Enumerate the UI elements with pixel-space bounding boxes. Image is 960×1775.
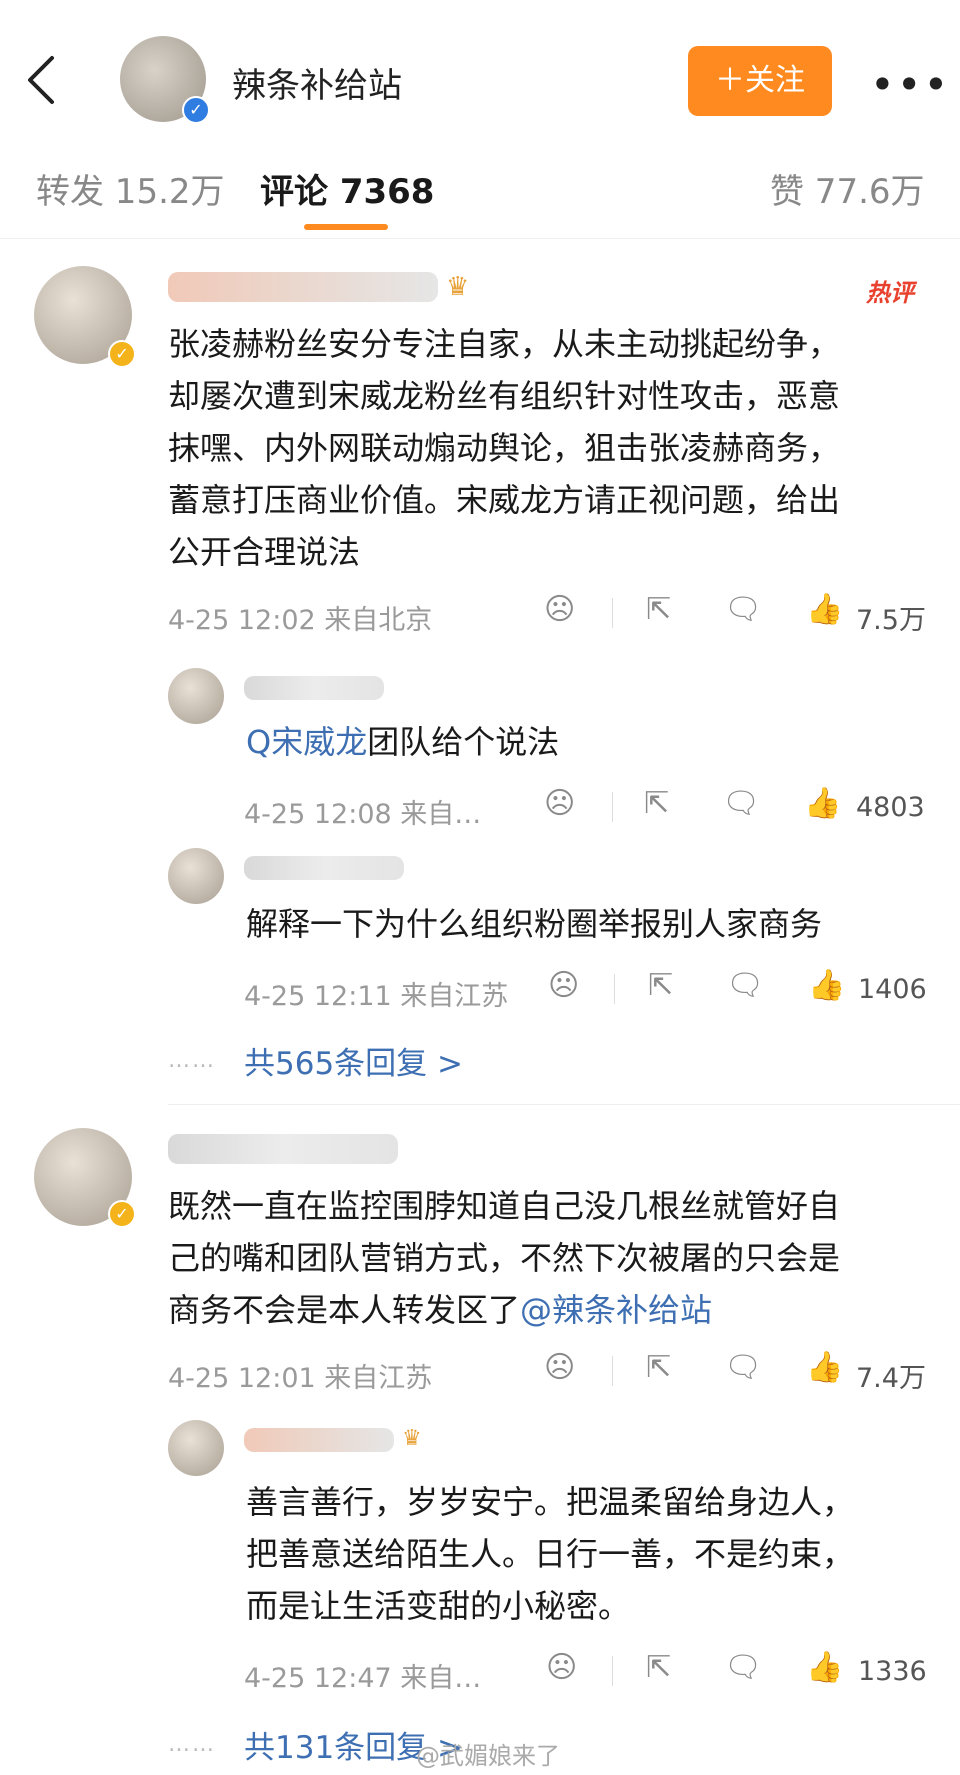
comment-meta: 4-25 12:01 来自江苏	[168, 1363, 433, 1394]
sad-face-icon[interactable]: ☹	[544, 592, 575, 627]
share-icon[interactable]: ⇱	[644, 786, 669, 821]
share-icon[interactable]: ⇱	[648, 968, 673, 1003]
comment-bubble-icon[interactable]: 🗨	[724, 592, 762, 627]
like-count: 1406	[858, 974, 927, 1005]
comment-meta: 4-25 12:02 来自北京	[168, 605, 433, 636]
divider	[614, 974, 615, 1004]
avatar[interactable]	[168, 668, 224, 724]
comment-bubble-icon[interactable]: 🗨	[724, 1650, 762, 1685]
tab-likes[interactable]: 赞 77.6万	[770, 164, 925, 213]
divider	[612, 1656, 613, 1686]
thumbs-up-icon[interactable]: 👍	[806, 1650, 843, 1685]
like-count: 7.4万	[856, 1363, 926, 1394]
reply-meta: 4-25 12:47 来自…	[244, 1663, 482, 1694]
sad-face-icon[interactable]: ☹	[548, 968, 579, 1003]
like-count: 4803	[856, 792, 925, 823]
more-replies-link[interactable]: 共565条回复 >	[244, 1038, 463, 1083]
like-count: 1336	[858, 1656, 927, 1687]
watermark: @武媚娘来了	[416, 1742, 560, 1770]
sad-face-icon[interactable]: ☹	[546, 1650, 577, 1685]
topic-link[interactable]: Q宋威龙	[246, 723, 367, 761]
back-chevron-icon[interactable]	[22, 50, 58, 110]
comment-bubble-icon[interactable]: 🗨	[724, 1350, 762, 1385]
sad-face-icon[interactable]: ☹	[544, 1350, 575, 1385]
reply-text: 解释一下为什么组织粉圈举报别人家商务	[246, 905, 823, 943]
comment-text: 既然一直在监控围脖知道自己没几根丝就管好自 己的嘴和团队营销方式，不然下次被屠的…	[168, 1187, 841, 1329]
more-options-button[interactable]: •••	[870, 60, 950, 109]
member-badge-icon: ✓	[108, 340, 136, 368]
dots: ……	[168, 1732, 216, 1757]
hot-comment-badge: 热评	[866, 279, 914, 307]
share-icon[interactable]: ⇱	[646, 1350, 671, 1385]
fan-level-badge-icon: ♛	[446, 272, 470, 302]
divider	[612, 1356, 613, 1386]
divider	[168, 1104, 960, 1105]
divider	[0, 238, 960, 239]
username-blurred[interactable]	[244, 676, 384, 700]
like-count: 7.5万	[856, 605, 926, 636]
reply-text: Q宋威龙团队给个说法	[246, 723, 560, 761]
username-blurred[interactable]	[244, 1428, 394, 1452]
member-badge-icon: ✓	[108, 1200, 136, 1228]
tab-reposts[interactable]: 转发 15.2万	[36, 164, 225, 213]
reply-meta: 4-25 12:11 来自江苏	[244, 981, 509, 1012]
username-blurred[interactable]	[168, 272, 438, 302]
share-icon[interactable]: ⇱	[646, 1650, 671, 1685]
divider	[612, 598, 613, 628]
reply-text: 善言善行，岁岁安宁。把温柔留给身边人， 把善意送给陌生人。日行一善，不是约束， …	[246, 1483, 855, 1625]
mention-link[interactable]: @辣条补给站	[520, 1291, 712, 1329]
comment-bubble-icon[interactable]: 🗨	[726, 968, 764, 1003]
username-blurred[interactable]	[168, 1134, 398, 1164]
active-tab-indicator	[304, 224, 388, 230]
divider	[612, 792, 613, 822]
comment-text: 张凌赫粉丝安分专注自家，从未主动挑起纷争， 却屡次遭到宋威龙粉丝有组织针对性攻击…	[168, 325, 841, 571]
share-icon[interactable]: ⇱	[646, 592, 671, 627]
tab-comments[interactable]: 评论 7368	[260, 164, 434, 213]
reply-meta: 4-25 12:08 来自…	[244, 799, 482, 830]
avatar[interactable]	[168, 848, 224, 904]
thumbs-up-icon[interactable]: 👍	[806, 592, 843, 627]
thumbs-up-icon[interactable]: 👍	[804, 786, 841, 821]
verified-badge-icon: ✓	[182, 96, 210, 124]
thumbs-up-icon[interactable]: 👍	[808, 968, 845, 1003]
username-blurred[interactable]	[244, 856, 404, 880]
fan-level-badge-icon: ♛	[402, 1426, 422, 1451]
avatar[interactable]	[168, 1420, 224, 1476]
dots: ……	[168, 1048, 216, 1073]
thumbs-up-icon[interactable]: 👍	[806, 1350, 843, 1385]
account-name[interactable]: 辣条补给站	[232, 58, 402, 107]
follow-button[interactable]: ＋关注	[688, 46, 832, 116]
comment-bubble-icon[interactable]: 🗨	[722, 786, 760, 821]
sad-face-icon[interactable]: ☹	[544, 786, 575, 821]
